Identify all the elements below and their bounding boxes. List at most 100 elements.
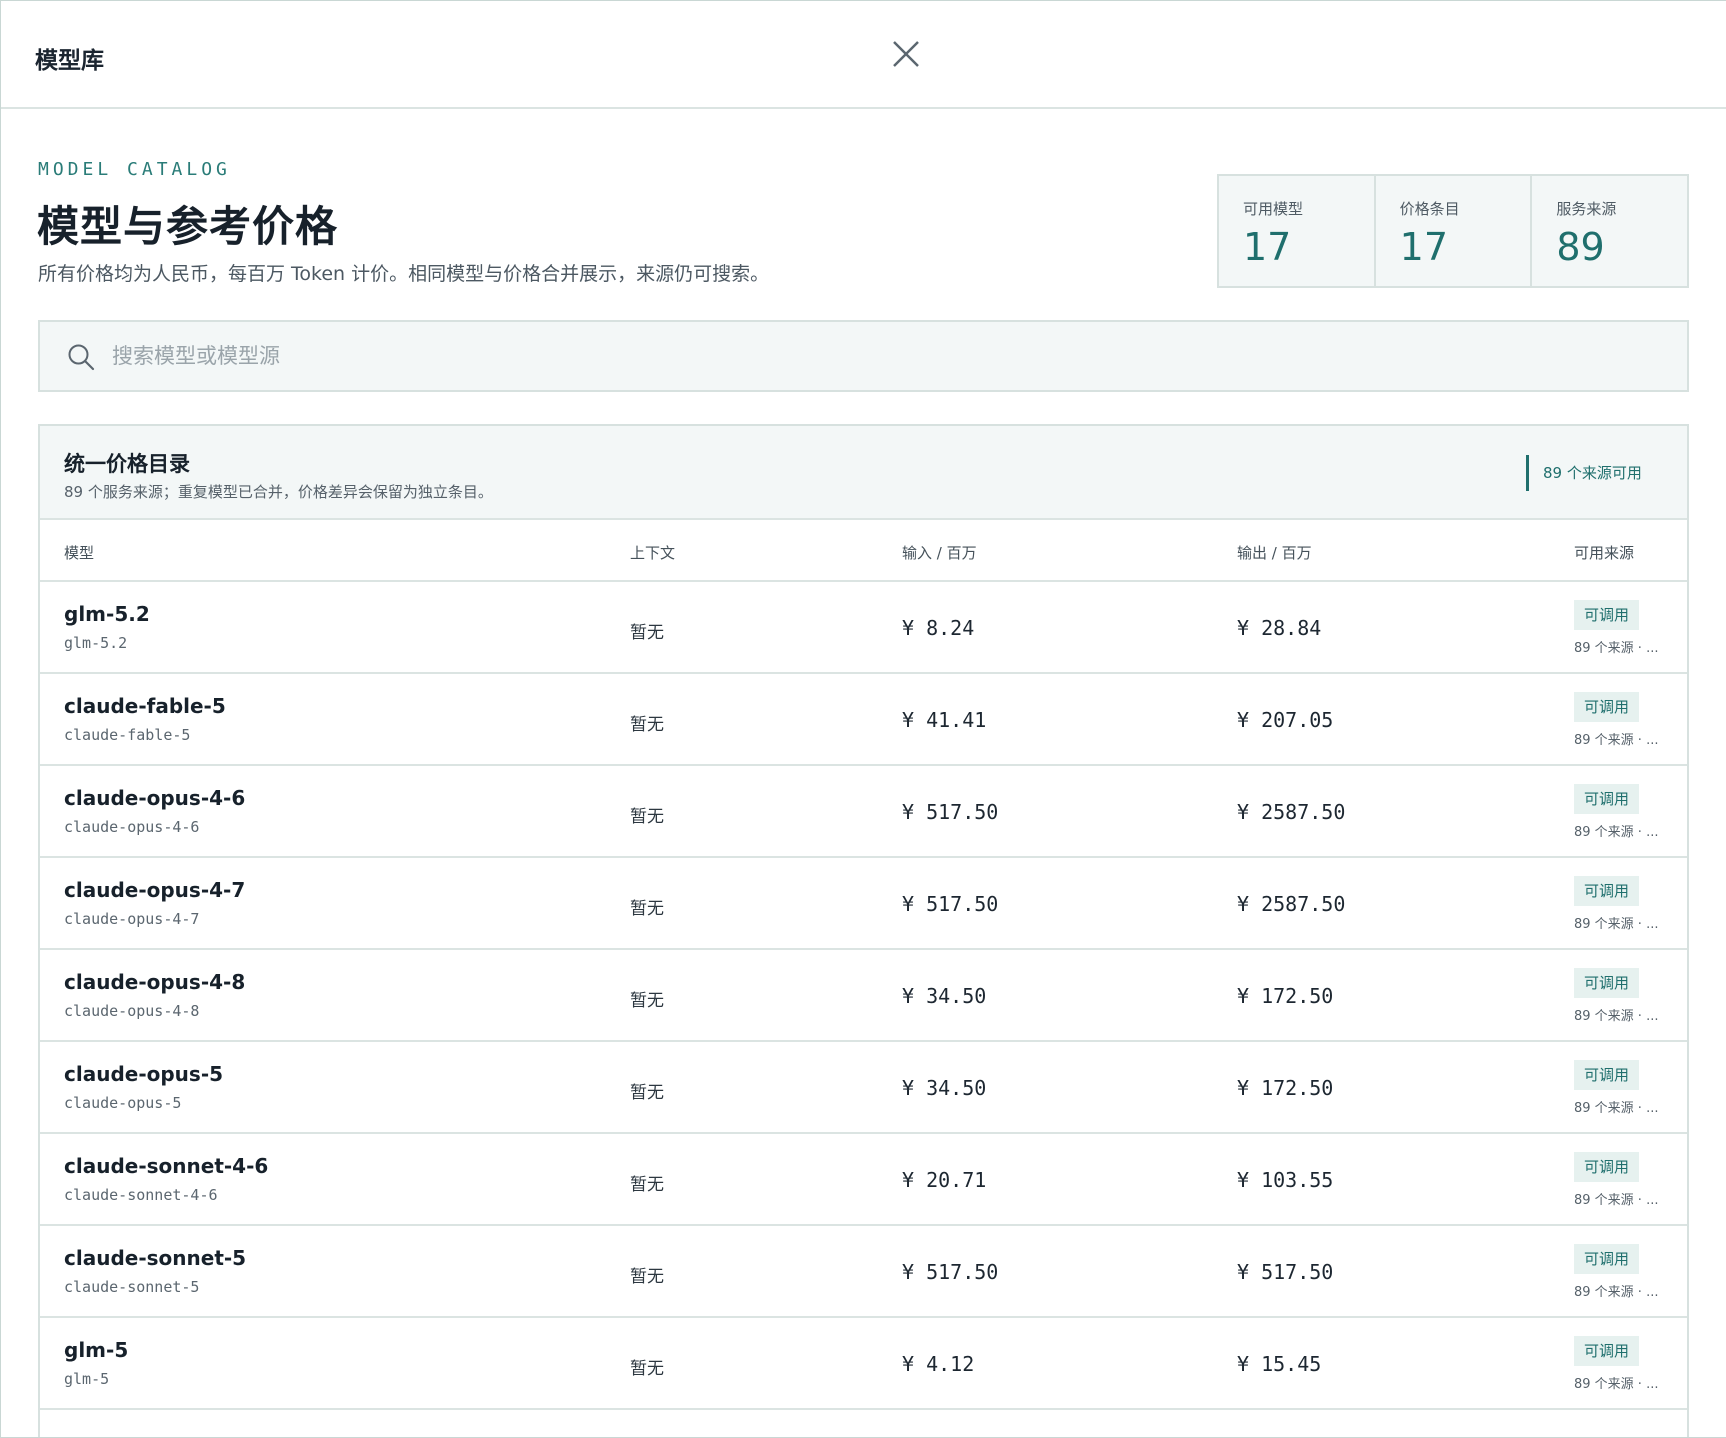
close-button[interactable]	[889, 37, 923, 71]
context-cell: 暂无	[630, 623, 664, 643]
output-price: ¥ 172.50	[1237, 984, 1334, 1008]
page-description: 所有价格均为人民币，每百万 Token 计价。相同模型与价格合并展示，来源仍可搜…	[38, 263, 770, 285]
search-icon	[66, 342, 96, 372]
eyebrow-label: MODEL CATALOG	[38, 159, 231, 180]
callable-badge[interactable]: 可调用	[1574, 600, 1640, 630]
page-title: 模型与参考价格	[37, 202, 339, 251]
stat-value: 17	[1399, 225, 1449, 269]
model-id: claude-fable-5	[64, 726, 191, 744]
table-row[interactable]: claude-fable-5 claude-fable-5 暂无 ¥ 41.41…	[40, 674, 1687, 766]
callable-badge[interactable]: 可调用	[1574, 968, 1640, 998]
table-row[interactable]: claude-opus-5 claude-opus-5 暂无 ¥ 34.50 ¥…	[40, 1042, 1687, 1134]
stat-models: 可用模型 17	[1219, 176, 1376, 286]
price-catalog-panel: 统一价格目录 89 个服务来源；重复模型已合并，价格差异会保留为独立条目。 89…	[38, 424, 1689, 1437]
column-header-input: 输入 / 百万	[902, 544, 977, 562]
stat-value: 89	[1556, 225, 1605, 269]
callable-badge[interactable]: 可调用	[1574, 1152, 1640, 1182]
source-summary: 89 个来源 · ...	[1574, 733, 1659, 748]
model-id: glm-5	[64, 1370, 110, 1388]
stat-value: 17	[1243, 225, 1292, 269]
table-row[interactable]: claude-opus-4-8 claude-opus-4-8 暂无 ¥ 34.…	[40, 950, 1687, 1042]
input-price: ¥ 41.41	[902, 708, 987, 732]
input-price: ¥ 34.50	[902, 984, 987, 1008]
source-summary: 89 个来源 · ...	[1574, 1101, 1659, 1116]
model-id: claude-opus-4-8	[64, 1002, 200, 1020]
source-summary: 89 个来源 · ...	[1574, 641, 1659, 656]
output-price: ¥ 103.55	[1237, 1168, 1334, 1192]
table-row[interactable]: claude-opus-4-7 claude-opus-4-7 暂无 ¥ 517…	[40, 858, 1687, 950]
close-icon	[893, 41, 919, 67]
input-price: ¥ 20.71	[902, 1168, 987, 1192]
context-cell: 暂无	[630, 1175, 664, 1195]
model-id: claude-opus-5	[64, 1094, 182, 1112]
model-name: claude-opus-4-8	[64, 970, 246, 994]
input-price: ¥ 34.50	[902, 1076, 987, 1100]
model-catalog-dialog: 模型库 MODEL CATALOG 模型与参考价格 所有价格均为人民币，每百万 …	[0, 0, 1726, 1438]
output-price: ¥ 517.50	[1237, 1260, 1334, 1284]
model-id: glm-5.2	[64, 634, 128, 652]
callable-badge[interactable]: 可调用	[1574, 1244, 1640, 1274]
stat-label: 服务来源	[1556, 200, 1617, 218]
model-id: claude-sonnet-5	[64, 1278, 200, 1296]
table-row[interactable]: claude-sonnet-4-6 claude-sonnet-4-6 暂无 ¥…	[40, 1134, 1687, 1226]
callable-badge[interactable]: 可调用	[1574, 692, 1640, 722]
table-header: 模型 上下文 输入 / 百万 输出 / 百万 可用来源	[40, 520, 1687, 582]
search-box	[38, 320, 1689, 392]
output-price: ¥ 2587.50	[1237, 892, 1346, 916]
dialog-header: 模型库	[1, 1, 1726, 109]
table-row[interactable]: glm-5.2 glm-5.2 暂无 ¥ 8.24 ¥ 28.84 可调用 89…	[40, 582, 1687, 674]
callable-badge[interactable]: 可调用	[1574, 1336, 1640, 1366]
input-price: ¥ 8.24	[902, 616, 975, 640]
panel-header: 统一价格目录 89 个服务来源；重复模型已合并，价格差异会保留为独立条目。 89…	[40, 426, 1687, 520]
source-count-badge: 89 个来源可用	[1526, 455, 1664, 491]
model-id: claude-opus-4-7	[64, 910, 200, 928]
table-body: glm-5.2 glm-5.2 暂无 ¥ 8.24 ¥ 28.84 可调用 89…	[40, 582, 1687, 1410]
input-price: ¥ 517.50	[902, 892, 999, 916]
stat-label: 可用模型	[1243, 200, 1304, 218]
output-price: ¥ 207.05	[1237, 708, 1334, 732]
search-input[interactable]	[112, 322, 1672, 390]
source-summary: 89 个来源 · ...	[1574, 1009, 1659, 1024]
model-name: claude-opus-5	[64, 1062, 224, 1086]
input-price: ¥ 517.50	[902, 800, 999, 824]
context-cell: 暂无	[630, 1267, 664, 1287]
model-name: claude-sonnet-4-6	[64, 1154, 269, 1178]
model-name: claude-opus-4-7	[64, 878, 246, 902]
model-name: claude-fable-5	[64, 694, 226, 718]
model-name: glm-5.2	[64, 602, 150, 626]
panel-subtitle: 89 个服务来源；重复模型已合并，价格差异会保留为独立条目。	[64, 483, 493, 501]
model-name: claude-sonnet-5	[64, 1246, 247, 1270]
source-summary: 89 个来源 · ...	[1574, 917, 1659, 932]
table-row[interactable]: claude-sonnet-5 claude-sonnet-5 暂无 ¥ 517…	[40, 1226, 1687, 1318]
output-price: ¥ 2587.50	[1237, 800, 1346, 824]
stat-label: 价格条目	[1399, 200, 1460, 218]
input-price: ¥ 517.50	[902, 1260, 999, 1284]
source-summary: 89 个来源 · ...	[1574, 1193, 1659, 1208]
model-id: claude-sonnet-4-6	[64, 1186, 218, 1204]
model-name: glm-5	[64, 1338, 129, 1362]
source-summary: 89 个来源 · ...	[1574, 1285, 1659, 1300]
source-summary: 89 个来源 · ...	[1574, 825, 1659, 840]
context-cell: 暂无	[630, 807, 664, 827]
callable-badge[interactable]: 可调用	[1574, 1060, 1640, 1090]
context-cell: 暂无	[630, 1083, 664, 1103]
context-cell: 暂无	[630, 991, 664, 1011]
dialog-title: 模型库	[35, 48, 104, 74]
stat-price-entries: 价格条目 17	[1376, 176, 1533, 286]
callable-badge[interactable]: 可调用	[1574, 784, 1640, 814]
table-row[interactable]: claude-opus-4-6 claude-opus-4-6 暂无 ¥ 517…	[40, 766, 1687, 858]
stat-sources: 服务来源 89	[1532, 176, 1687, 286]
stats-panel: 可用模型 17 价格条目 17 服务来源 89	[1217, 174, 1689, 288]
column-header-model: 模型	[64, 544, 95, 562]
callable-badge[interactable]: 可调用	[1574, 876, 1640, 906]
column-header-context: 上下文	[630, 544, 676, 562]
output-price: ¥ 28.84	[1237, 616, 1322, 640]
panel-title: 统一价格目录	[64, 452, 190, 476]
source-summary: 89 个来源 · ...	[1574, 1377, 1659, 1392]
output-price: ¥ 15.45	[1237, 1352, 1322, 1376]
model-name: claude-opus-4-6	[64, 786, 246, 810]
context-cell: 暂无	[630, 715, 664, 735]
table-row[interactable]: glm-5 glm-5 暂无 ¥ 4.12 ¥ 15.45 可调用 89 个来源…	[40, 1318, 1687, 1410]
model-id: claude-opus-4-6	[64, 818, 200, 836]
column-header-sources: 可用来源	[1574, 544, 1635, 562]
